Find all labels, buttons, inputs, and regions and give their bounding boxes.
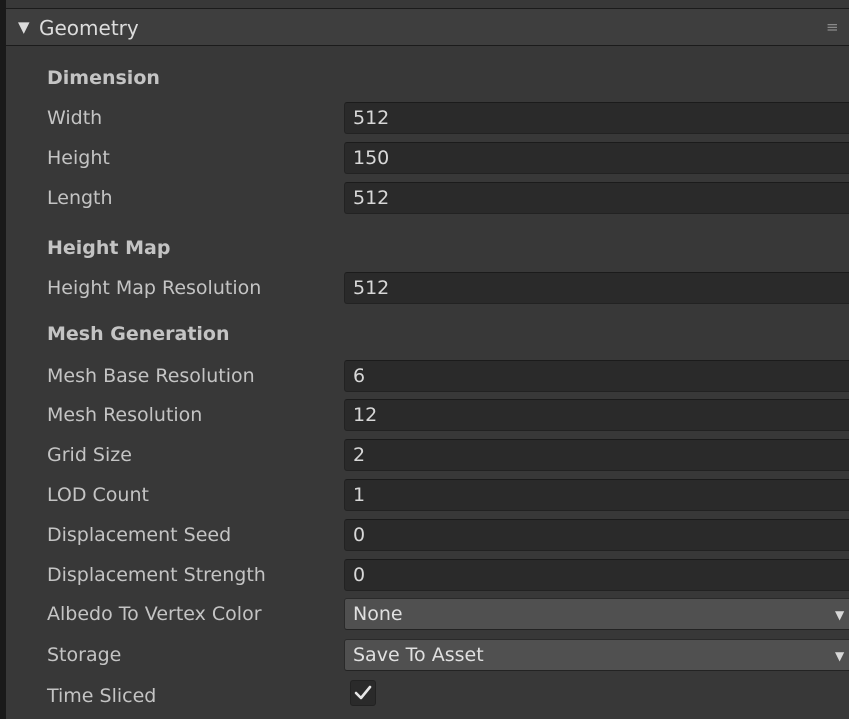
- displacement-strength-label: Displacement Strength: [47, 564, 266, 586]
- foldout-triangle-icon[interactable]: ▼: [18, 18, 30, 36]
- grid-size-field[interactable]: 2: [344, 439, 849, 471]
- storage-value: Save To Asset: [353, 644, 484, 666]
- geometry-foldout-header[interactable]: ▼ Geometry ≡: [6, 8, 849, 46]
- dropdown-arrow-icon: ▼: [835, 649, 845, 663]
- checkmark-icon: [354, 685, 372, 700]
- width-label: Width: [47, 107, 103, 129]
- grid-size-label: Grid Size: [47, 444, 132, 466]
- width-field[interactable]: 512: [344, 102, 849, 134]
- storage-dropdown[interactable]: Save To Asset ▼: [344, 639, 849, 671]
- mesh-base-resolution-field[interactable]: 6: [344, 360, 849, 392]
- displacement-seed-label: Displacement Seed: [47, 524, 232, 546]
- length-field[interactable]: 512: [344, 182, 849, 214]
- time-sliced-checkbox[interactable]: [350, 680, 376, 706]
- length-label: Length: [47, 187, 113, 209]
- lod-count-label: LOD Count: [47, 484, 149, 506]
- albedo-to-vertex-color-label: Albedo To Vertex Color: [47, 603, 262, 625]
- time-sliced-label: Time Sliced: [47, 685, 157, 707]
- height-map-resolution-field[interactable]: 512: [344, 272, 849, 304]
- displacement-seed-field[interactable]: 0: [344, 519, 849, 551]
- mesh-resolution-field[interactable]: 12: [344, 399, 849, 431]
- inspector-panel: ▼ Geometry ≡ Dimension Width 512 Height …: [0, 0, 849, 719]
- height-map-heading: Height Map: [47, 237, 171, 259]
- dimension-heading: Dimension: [47, 67, 160, 89]
- albedo-to-vertex-color-value: None: [353, 603, 403, 625]
- storage-label: Storage: [47, 644, 122, 666]
- menu-icon[interactable]: ≡: [826, 18, 839, 36]
- albedo-to-vertex-color-dropdown[interactable]: None ▼: [344, 598, 849, 630]
- displacement-strength-field[interactable]: 0: [344, 559, 849, 591]
- section-title: Geometry: [39, 16, 139, 40]
- lod-count-field[interactable]: 1: [344, 479, 849, 511]
- height-field[interactable]: 150: [344, 142, 849, 174]
- dropdown-arrow-icon: ▼: [835, 608, 845, 622]
- height-label: Height: [47, 147, 110, 169]
- mesh-resolution-label: Mesh Resolution: [47, 404, 203, 426]
- mesh-generation-heading: Mesh Generation: [47, 323, 230, 345]
- height-map-resolution-label: Height Map Resolution: [47, 277, 262, 299]
- mesh-base-resolution-label: Mesh Base Resolution: [47, 365, 255, 387]
